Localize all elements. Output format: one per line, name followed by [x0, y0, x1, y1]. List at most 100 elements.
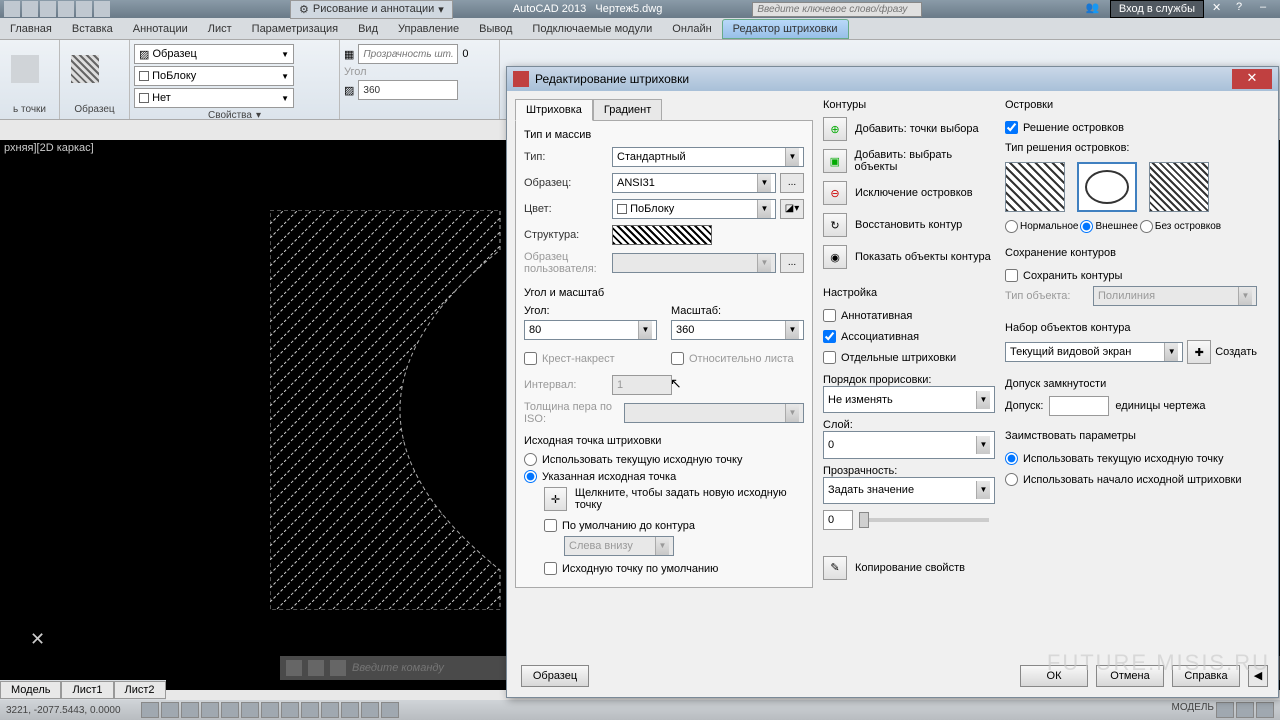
- redo-icon[interactable]: [94, 1, 110, 17]
- boundary-set-dropdown[interactable]: Текущий видовой экран▼: [1005, 342, 1183, 362]
- keyword-search[interactable]: [752, 2, 922, 17]
- add-pick-points-button[interactable]: ⊕: [823, 117, 847, 141]
- wrench-icon[interactable]: [308, 660, 324, 676]
- tab-view[interactable]: Вид: [348, 20, 388, 38]
- app-menu-icon[interactable]: [4, 1, 20, 17]
- island-outer-swatch[interactable]: [1077, 162, 1137, 212]
- tab-manage[interactable]: Управление: [388, 20, 469, 38]
- hatch-pattern-button[interactable]: [64, 44, 106, 94]
- pattern-type-dropdown[interactable]: ▨ Образец▼: [134, 44, 294, 64]
- close-x-icon[interactable]: ✕: [30, 629, 45, 650]
- preview-button[interactable]: Образец: [521, 665, 589, 687]
- ducs-icon[interactable]: [261, 702, 279, 718]
- inherit-source-radio[interactable]: [1005, 473, 1018, 486]
- separate-checkbox[interactable]: [823, 351, 836, 364]
- default-boundary-checkbox[interactable]: [544, 519, 557, 532]
- set-origin-button[interactable]: ✛: [544, 487, 567, 511]
- tab-output[interactable]: Вывод: [469, 20, 522, 38]
- model-button[interactable]: МОДЕЛЬ: [1172, 702, 1214, 718]
- pattern-browse-button[interactable]: ...: [780, 173, 804, 193]
- type-dropdown[interactable]: Стандартный▼: [612, 147, 804, 167]
- otrack-icon[interactable]: [241, 702, 259, 718]
- tab-parametric[interactable]: Параметризация: [242, 20, 348, 38]
- tab-layout2[interactable]: Лист2: [114, 681, 166, 699]
- bg-color-dropdown[interactable]: Нет▼: [134, 88, 294, 108]
- pattern-swatch[interactable]: [612, 225, 712, 245]
- sb3-icon[interactable]: [1256, 702, 1274, 718]
- save-default-origin-checkbox[interactable]: [544, 562, 557, 575]
- hatch-color-dropdown[interactable]: ПоБлоку▼: [612, 199, 776, 219]
- tab-insert[interactable]: Вставка: [62, 20, 123, 38]
- tab-layout[interactable]: Лист: [198, 20, 242, 38]
- associative-checkbox[interactable]: [823, 330, 836, 343]
- lwt-icon[interactable]: [301, 702, 319, 718]
- osnap-icon[interactable]: [221, 702, 239, 718]
- save-icon[interactable]: [58, 1, 74, 17]
- scale-input[interactable]: [358, 80, 458, 100]
- inherit-current-radio[interactable]: [1005, 452, 1018, 465]
- pattern-dropdown[interactable]: ANSI31▼: [612, 173, 776, 193]
- close-icon[interactable]: [286, 660, 302, 676]
- minimize-icon[interactable]: –: [1260, 1, 1276, 17]
- undo-icon[interactable]: [76, 1, 92, 17]
- tab-hatch[interactable]: Штриховка: [515, 99, 593, 121]
- transparency-slider[interactable]: [859, 518, 989, 522]
- panel-label-properties[interactable]: Свойства: [208, 110, 252, 121]
- draw-order-dropdown[interactable]: Не изменять▼: [823, 386, 995, 413]
- island-normal-swatch[interactable]: [1005, 162, 1065, 212]
- tab-layout1[interactable]: Лист1: [61, 681, 113, 699]
- recreate-boundary-button[interactable]: ↻: [823, 213, 847, 237]
- slider-thumb[interactable]: [859, 512, 869, 528]
- transparency-input[interactable]: [358, 44, 458, 64]
- tab-gradient[interactable]: Градиент: [593, 99, 662, 121]
- workspace-selector[interactable]: ⚙ Рисование и аннотации ▾: [290, 0, 453, 19]
- scale-dropdown[interactable]: 360▼: [671, 320, 804, 340]
- new-icon[interactable]: [22, 1, 38, 17]
- inherit-properties-button[interactable]: ✎: [823, 556, 847, 580]
- new-boundary-set-button[interactable]: ✚: [1187, 340, 1211, 364]
- view-selections-button[interactable]: ◉: [823, 245, 847, 269]
- island-outer-radio[interactable]: [1080, 220, 1093, 233]
- island-ignore-swatch[interactable]: [1149, 162, 1209, 212]
- retain-boundaries-checkbox[interactable]: [1005, 269, 1018, 282]
- use-current-origin-radio[interactable]: [524, 453, 537, 466]
- help-icon[interactable]: ?: [1236, 1, 1252, 17]
- grid-icon[interactable]: [161, 702, 179, 718]
- island-detection-checkbox[interactable]: [1005, 121, 1018, 134]
- add-select-objects-button[interactable]: ▣: [823, 149, 847, 173]
- open-icon[interactable]: [40, 1, 56, 17]
- angle-dropdown[interactable]: 80▼: [524, 320, 657, 340]
- sb2-icon[interactable]: [1236, 702, 1254, 718]
- tab-annotate[interactable]: Аннотации: [123, 20, 198, 38]
- island-normal-radio[interactable]: [1005, 220, 1018, 233]
- tab-online[interactable]: Онлайн: [662, 20, 721, 38]
- sc-icon[interactable]: [341, 702, 359, 718]
- polar-icon[interactable]: [201, 702, 219, 718]
- snap-icon[interactable]: [141, 702, 159, 718]
- transparency-dropdown[interactable]: Задать значение▼: [823, 477, 995, 504]
- exchange-icon[interactable]: ✕: [1212, 1, 1228, 17]
- tab-model[interactable]: Модель: [0, 681, 61, 699]
- sb1-icon[interactable]: [1216, 702, 1234, 718]
- transparency-value-input[interactable]: [823, 510, 853, 530]
- tab-home[interactable]: Главная: [0, 20, 62, 38]
- am-icon[interactable]: [361, 702, 379, 718]
- tp-icon[interactable]: [381, 702, 399, 718]
- bg-color-button[interactable]: ◪▾: [780, 199, 804, 219]
- qp-icon[interactable]: [321, 702, 339, 718]
- tolerance-input[interactable]: [1049, 396, 1109, 416]
- annotative-checkbox[interactable]: [823, 309, 836, 322]
- tab-hatch-editor[interactable]: Редактор штриховки: [722, 19, 849, 39]
- ortho-icon[interactable]: [181, 702, 199, 718]
- dialog-close-button[interactable]: ✕: [1232, 69, 1272, 89]
- dyn-icon[interactable]: [281, 702, 299, 718]
- remove-islands-button[interactable]: ⊖: [823, 181, 847, 205]
- specified-origin-radio[interactable]: [524, 470, 537, 483]
- color-dropdown[interactable]: ПоБлоку▼: [134, 66, 294, 86]
- pick-points-button[interactable]: [4, 44, 46, 94]
- layer-dropdown[interactable]: 0▼: [823, 431, 995, 458]
- island-ignore-radio[interactable]: [1140, 220, 1153, 233]
- signin-button[interactable]: Вход в службы: [1110, 0, 1204, 18]
- binoculars-icon[interactable]: 👥: [1086, 1, 1102, 17]
- tab-plugins[interactable]: Подключаемые модули: [522, 20, 662, 38]
